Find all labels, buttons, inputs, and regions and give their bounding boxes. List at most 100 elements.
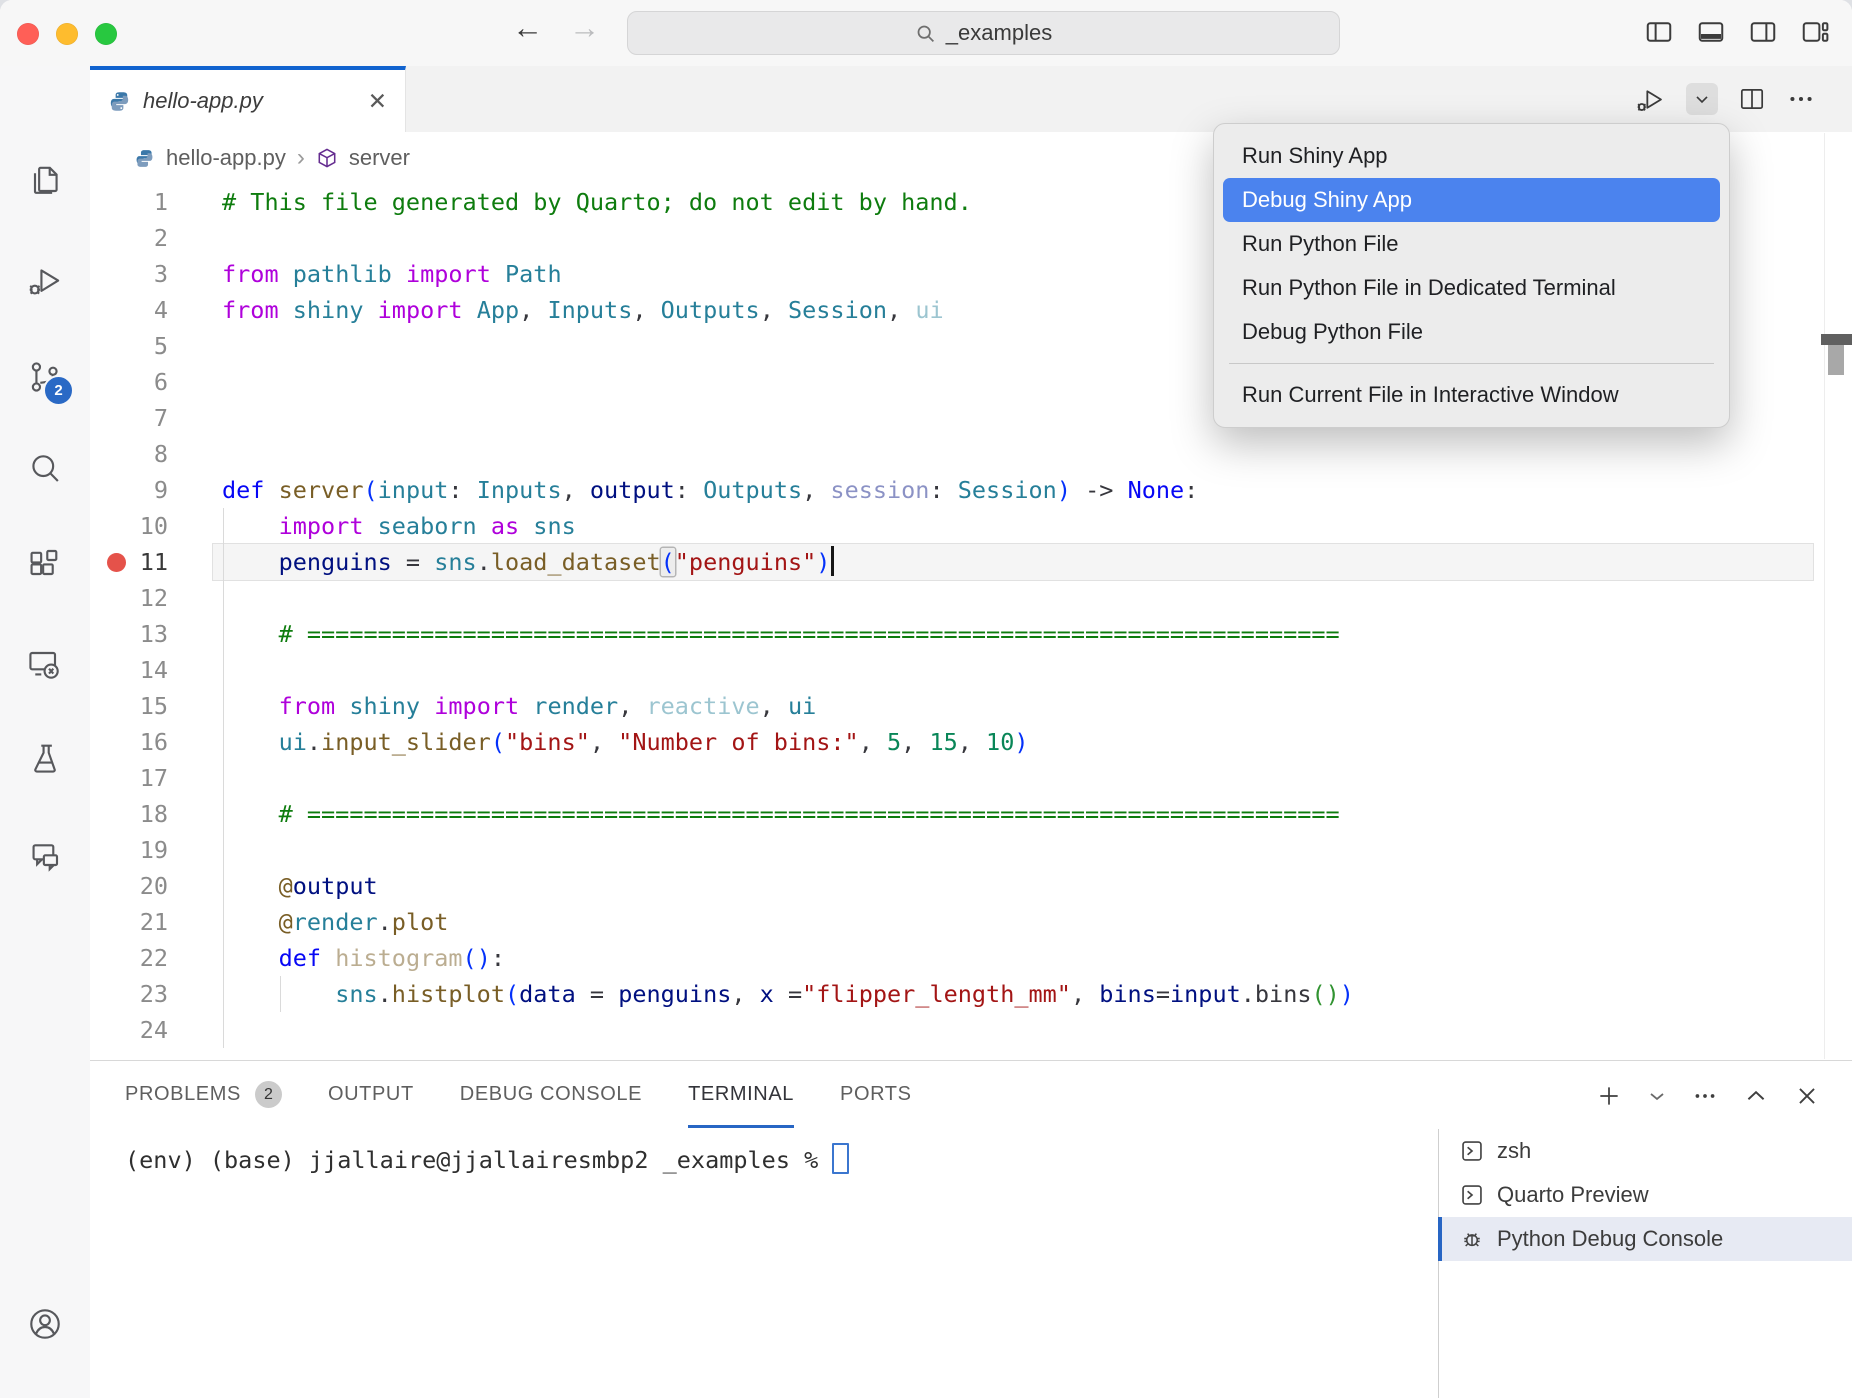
toggle-panel-icon[interactable] — [1696, 17, 1726, 47]
code-line-23[interactable]: 23 sns.histplot(data = penguins, x ="fli… — [90, 976, 1852, 1012]
terminal-row-python-debug-console[interactable]: Python Debug Console — [1439, 1217, 1852, 1261]
line-number[interactable]: 11 — [90, 544, 168, 580]
line-number[interactable]: 12 — [90, 580, 168, 616]
code-line-content[interactable]: def histogram(): — [222, 940, 505, 976]
menu-item-debug-python-file[interactable]: Debug Python File — [1223, 310, 1720, 354]
code-line-content[interactable]: # ======================================… — [222, 796, 1340, 832]
more-actions-button[interactable] — [1786, 84, 1816, 114]
sidebar-item-source-control[interactable]: 2 — [25, 357, 65, 397]
sidebar-item-testing[interactable] — [25, 740, 65, 780]
line-number[interactable]: 9 — [90, 472, 168, 508]
line-number[interactable]: 23 — [90, 976, 168, 1012]
sidebar-item-comments[interactable] — [25, 837, 65, 877]
line-number[interactable]: 21 — [90, 904, 168, 940]
sidebar-item-search[interactable] — [25, 449, 65, 489]
code-line-content[interactable]: from shiny import render, reactive, ui — [222, 688, 816, 724]
line-number[interactable]: 7 — [90, 400, 168, 436]
run-or-debug-button[interactable] — [1633, 82, 1667, 116]
sidebar-item-explorer[interactable] — [25, 161, 65, 201]
panel-tab-output[interactable]: OUTPUT — [328, 1061, 414, 1128]
new-terminal-button[interactable] — [1596, 1083, 1622, 1109]
code-line-content[interactable]: @render.plot — [222, 904, 448, 940]
terminal-picker-chevron-icon[interactable] — [1647, 1083, 1667, 1109]
editor-scrollbar[interactable] — [1824, 133, 1825, 1059]
toggle-secondary-sidebar-icon[interactable] — [1748, 17, 1778, 47]
menu-item-run-python-file[interactable]: Run Python File — [1223, 222, 1720, 266]
breadcrumb-file[interactable]: hello-app.py — [166, 145, 286, 171]
panel-tab-debug-console[interactable]: DEBUG CONSOLE — [460, 1061, 642, 1128]
sidebar-item-run-debug[interactable] — [25, 260, 65, 300]
line-number[interactable]: 20 — [90, 868, 168, 904]
panel-tab-problems[interactable]: PROBLEMS2 — [125, 1061, 282, 1128]
close-panel-button[interactable] — [1794, 1083, 1820, 1109]
code-line-content[interactable]: # This file generated by Quarto; do not … — [222, 184, 972, 220]
zoom-window-button[interactable] — [95, 23, 117, 45]
code-line-content[interactable]: from pathlib import Path — [222, 256, 562, 292]
menu-item-run-current-file-in-interactive-window[interactable]: Run Current File in Interactive Window — [1223, 373, 1720, 417]
code-line-15[interactable]: 15 from shiny import render, reactive, u… — [90, 688, 1852, 724]
code-line-19[interactable]: 19 — [90, 832, 1852, 868]
overview-ruler-handle[interactable] — [1828, 345, 1844, 375]
code-line-11[interactable]: 11 penguins = sns.load_dataset("penguins… — [90, 544, 1852, 580]
code-line-20[interactable]: 20 @output — [90, 868, 1852, 904]
code-line-9[interactable]: 9def server(input: Inputs, output: Outpu… — [90, 472, 1852, 508]
account-button[interactable] — [25, 1304, 65, 1344]
line-number[interactable]: 18 — [90, 796, 168, 832]
close-window-button[interactable] — [17, 23, 39, 45]
line-number[interactable]: 15 — [90, 688, 168, 724]
maximize-panel-button[interactable] — [1743, 1083, 1769, 1109]
code-line-content[interactable]: penguins = sns.load_dataset("penguins") — [222, 544, 834, 580]
panel-tab-terminal[interactable]: TERMINAL — [688, 1061, 794, 1128]
terminal-row-quarto-preview[interactable]: Quarto Preview — [1439, 1173, 1852, 1217]
customize-layout-icon[interactable] — [1800, 17, 1830, 47]
line-number[interactable]: 14 — [90, 652, 168, 688]
menu-item-run-shiny-app[interactable]: Run Shiny App — [1223, 134, 1720, 178]
code-line-content[interactable]: # ======================================… — [222, 616, 1340, 652]
line-number[interactable]: 4 — [90, 292, 168, 328]
terminal-output[interactable]: (env) (base) jjallaire@jjallairesmbp2 _e… — [125, 1143, 849, 1174]
tab-hello-app-py[interactable]: hello-app.py ✕ — [90, 66, 406, 132]
code-line-content[interactable]: sns.histplot(data = penguins, x ="flippe… — [222, 976, 1354, 1012]
line-number[interactable]: 10 — [90, 508, 168, 544]
line-number[interactable]: 3 — [90, 256, 168, 292]
line-number[interactable]: 6 — [90, 364, 168, 400]
toggle-primary-sidebar-icon[interactable] — [1644, 17, 1674, 47]
code-line-18[interactable]: 18 # ===================================… — [90, 796, 1852, 832]
code-line-13[interactable]: 13 # ===================================… — [90, 616, 1852, 652]
tab-close-icon[interactable]: ✕ — [368, 88, 387, 115]
panel-more-actions-button[interactable] — [1692, 1083, 1718, 1109]
code-line-17[interactable]: 17 — [90, 760, 1852, 796]
code-line-content[interactable]: @output — [222, 868, 378, 904]
terminal-row-zsh[interactable]: zsh — [1439, 1129, 1852, 1173]
panel-tab-ports[interactable]: PORTS — [840, 1061, 912, 1128]
code-line-24[interactable]: 24 — [90, 1012, 1852, 1048]
sidebar-item-remote-explorer[interactable] — [25, 645, 65, 685]
line-number[interactable]: 16 — [90, 724, 168, 760]
split-editor-button[interactable] — [1737, 84, 1767, 114]
code-line-16[interactable]: 16 ui.input_slider("bins", "Number of bi… — [90, 724, 1852, 760]
line-number[interactable]: 1 — [90, 184, 168, 220]
command-center-search[interactable]: _examples — [627, 11, 1340, 55]
line-number[interactable]: 24 — [90, 1012, 168, 1048]
code-line-22[interactable]: 22 def histogram(): — [90, 940, 1852, 976]
code-line-content[interactable]: ui.input_slider("bins", "Number of bins:… — [222, 724, 1029, 760]
line-number[interactable]: 19 — [90, 832, 168, 868]
code-line-8[interactable]: 8 — [90, 436, 1852, 472]
code-line-21[interactable]: 21 @render.plot — [90, 904, 1852, 940]
sidebar-item-extensions[interactable] — [25, 547, 65, 587]
forward-button[interactable]: → — [569, 10, 600, 46]
line-number[interactable]: 17 — [90, 760, 168, 796]
line-number[interactable]: 22 — [90, 940, 168, 976]
code-line-content[interactable]: from shiny import App, Inputs, Outputs, … — [222, 292, 944, 328]
line-number[interactable]: 13 — [90, 616, 168, 652]
breadcrumb-symbol[interactable]: server — [349, 145, 410, 171]
line-number[interactable]: 5 — [90, 328, 168, 364]
menu-item-run-python-file-in-dedicated-terminal[interactable]: Run Python File in Dedicated Terminal — [1223, 266, 1720, 310]
minimize-window-button[interactable] — [56, 23, 78, 45]
menu-item-debug-shiny-app[interactable]: Debug Shiny App — [1223, 178, 1720, 222]
back-button[interactable]: ← — [512, 10, 543, 46]
line-number[interactable]: 2 — [90, 220, 168, 256]
code-line-10[interactable]: 10 import seaborn as sns — [90, 508, 1852, 544]
code-line-content[interactable]: import seaborn as sns — [222, 508, 576, 544]
run-dropdown-button[interactable] — [1686, 83, 1718, 115]
